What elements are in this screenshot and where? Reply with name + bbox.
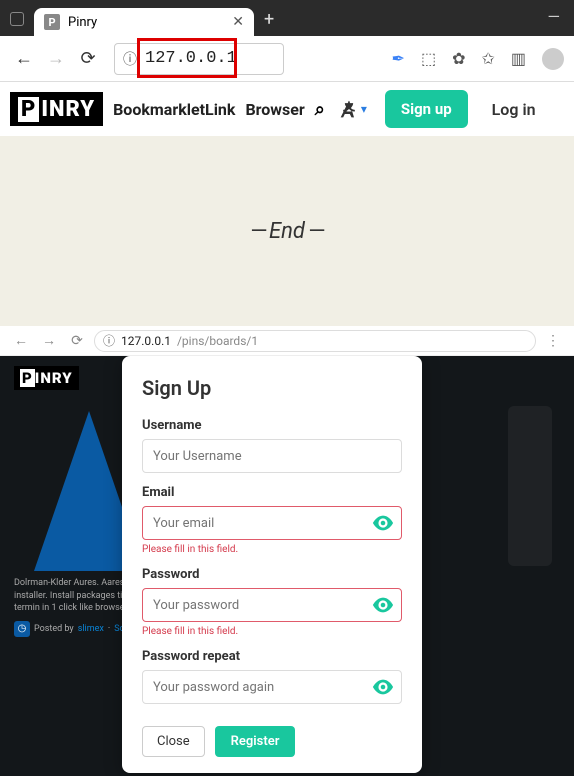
new-tab-button[interactable]: + bbox=[254, 9, 284, 36]
language-selector[interactable]: ▾ bbox=[339, 99, 367, 119]
favicon: P bbox=[44, 14, 60, 30]
cube-icon[interactable]: ⬚ bbox=[421, 49, 436, 68]
tab-title: Pinry bbox=[68, 15, 97, 30]
source-icon: ◷ bbox=[14, 621, 30, 637]
reload-button[interactable]: ⟳ bbox=[74, 45, 102, 73]
mini-toolbar: ← → ⟳ ⓘ 127.0.0.1/pins/boards/1 ⋮ bbox=[0, 326, 574, 356]
tab-list-icon[interactable] bbox=[10, 12, 24, 26]
password-input[interactable] bbox=[142, 588, 402, 622]
lower-screenshot: ← → ⟳ ⓘ 127.0.0.1/pins/boards/1 ⋮ PINRY … bbox=[0, 326, 574, 776]
repeat-input[interactable] bbox=[142, 670, 402, 704]
repeat-label: Password repeat bbox=[142, 649, 402, 664]
browser-link[interactable]: Browser bbox=[245, 100, 304, 119]
close-tab-icon[interactable]: ✕ bbox=[232, 14, 244, 30]
browser-toolbar: ← → ⟳ ⓘ 127.0.0.1 ✒ ⬚ ✿ ✩ ▥ bbox=[0, 36, 574, 82]
extensions-icon[interactable]: ✿ bbox=[452, 49, 465, 68]
pinry-logo-small[interactable]: PINRY bbox=[14, 366, 79, 390]
mini-site-info-icon[interactable]: ⓘ bbox=[103, 332, 115, 349]
pinry-header: PINRY BookmarkletLink Browser ⌕ ▾ Sign u… bbox=[0, 82, 574, 136]
eye-icon[interactable] bbox=[372, 678, 394, 696]
url-text: 127.0.0.1 bbox=[145, 49, 237, 68]
end-section: — End — bbox=[0, 136, 574, 326]
register-button[interactable]: Register bbox=[215, 726, 296, 757]
bookmarklet-link[interactable]: BookmarkletLink bbox=[113, 100, 235, 119]
password-label: Password bbox=[142, 567, 402, 582]
search-icon[interactable]: ⌕ bbox=[315, 99, 325, 120]
password-error-text: Please fill in this field. bbox=[142, 626, 402, 637]
forward-button[interactable]: → bbox=[42, 45, 70, 73]
bookmark-icon[interactable]: ✩ bbox=[481, 49, 494, 68]
mini-menu-icon[interactable]: ⋮ bbox=[542, 333, 564, 349]
end-text: — End — bbox=[250, 218, 323, 244]
close-button[interactable]: Close bbox=[142, 726, 205, 757]
back-button[interactable]: ← bbox=[10, 45, 38, 73]
dark-page: PINRY Dolrman-Klder Aures. Aares is A … … bbox=[0, 356, 574, 776]
login-link[interactable]: Log in bbox=[492, 100, 536, 119]
pinry-logo[interactable]: PINRY bbox=[10, 92, 103, 126]
translate-icon bbox=[339, 99, 359, 119]
username-input[interactable] bbox=[142, 439, 402, 473]
browser-tab[interactable]: P Pinry ✕ bbox=[34, 8, 254, 36]
eye-icon[interactable] bbox=[372, 514, 394, 532]
browser-tabbar: P Pinry ✕ + — bbox=[0, 0, 574, 36]
minimize-icon[interactable]: — bbox=[548, 7, 561, 26]
chevron-down-icon: ▾ bbox=[361, 102, 367, 116]
modal-title: Sign Up bbox=[142, 376, 402, 400]
feather-icon[interactable]: ✒ bbox=[392, 49, 405, 68]
library-icon[interactable]: ▥ bbox=[511, 49, 526, 68]
username-label: Username bbox=[142, 418, 402, 433]
signup-modal: Sign Up Username Email Please fill in th… bbox=[122, 356, 422, 773]
site-info-icon[interactable]: ⓘ bbox=[123, 49, 137, 69]
mini-url-path: /pins/boards/1 bbox=[177, 334, 258, 348]
address-bar[interactable]: ⓘ 127.0.0.1 bbox=[114, 43, 284, 75]
email-error-text: Please fill in this field. bbox=[142, 544, 402, 555]
signup-button[interactable]: Sign up bbox=[385, 90, 468, 128]
mini-address-bar[interactable]: ⓘ 127.0.0.1/pins/boards/1 bbox=[94, 330, 536, 352]
profile-avatar[interactable] bbox=[542, 48, 564, 70]
mini-url-host: 127.0.0.1 bbox=[121, 334, 171, 348]
email-input[interactable] bbox=[142, 506, 402, 540]
pin-author-link[interactable]: slimex bbox=[78, 624, 104, 634]
eye-icon[interactable] bbox=[372, 596, 394, 614]
mini-reload-button[interactable]: ⟳ bbox=[66, 333, 88, 349]
email-label: Email bbox=[142, 485, 402, 500]
background-panel bbox=[508, 406, 552, 566]
mini-forward-button[interactable]: → bbox=[38, 332, 60, 349]
mini-back-button[interactable]: ← bbox=[10, 332, 32, 349]
